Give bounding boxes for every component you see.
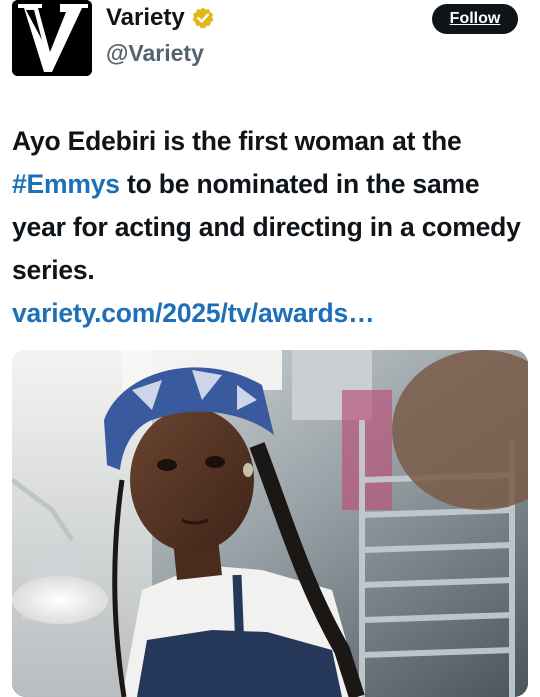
tweet-text-part1: Ayo Edebiri is the first woman at the — [12, 126, 462, 156]
hashtag-link[interactable]: #Emmys — [12, 169, 120, 199]
tweet-header: Variety @Variety Follow — [0, 0, 540, 90]
tweet-text: Ayo Edebiri is the first woman at the #E… — [12, 120, 528, 335]
avatar[interactable] — [12, 0, 92, 76]
follow-button[interactable]: Follow — [432, 4, 518, 34]
photo-image — [12, 350, 528, 697]
handle[interactable]: @Variety — [106, 40, 204, 67]
variety-v-logo-icon — [12, 0, 92, 76]
display-name[interactable]: Variety — [106, 4, 185, 32]
article-link[interactable]: variety.com/2025/tv/awards… — [12, 292, 528, 335]
verified-gold-badge-icon — [191, 6, 215, 30]
tweet-photo[interactable] — [12, 350, 528, 697]
